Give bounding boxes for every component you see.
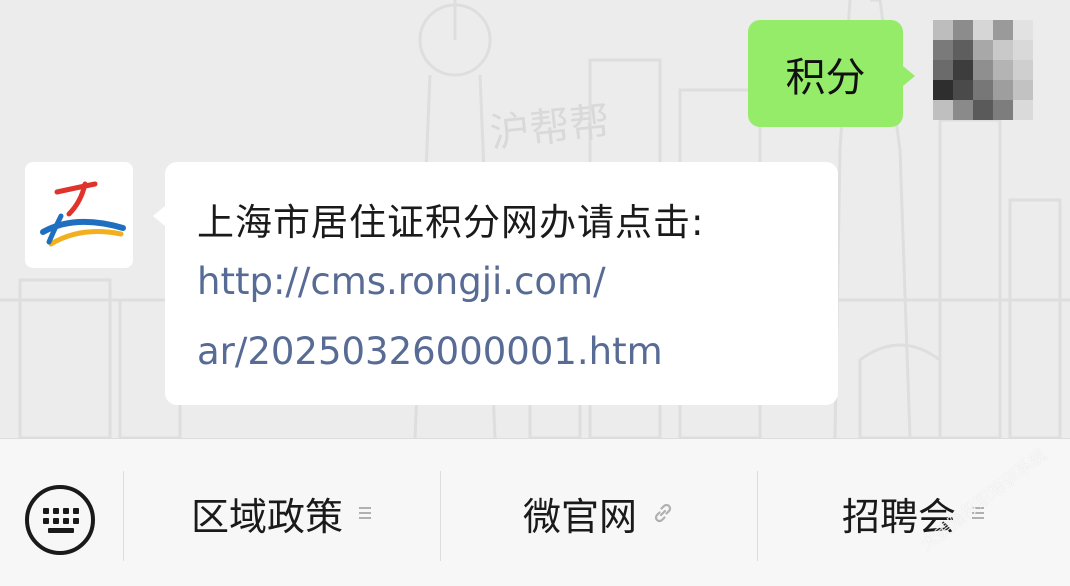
outgoing-message-bubble[interactable]: 积分 [748,20,915,127]
official-account-avatar[interactable] [25,162,133,268]
chat-area[interactable]: 沪帮帮 积分 上海市居住证积分网办请点击: http://cms.rongji.… [0,0,1070,438]
menu-item-label: 微官网 [522,494,637,539]
message-link-line-2[interactable]: ar/20250326000001.htm [197,330,663,373]
menu-item-label: 区域政策 [190,494,343,539]
official-logo-icon [40,181,126,247]
user-avatar[interactable] [933,20,1033,120]
bottom-menu-bar: 区域政策 微官网 招聘会 [0,438,1070,586]
outgoing-message-text: 积分 [785,54,866,101]
incoming-message-bubble[interactable]: 上海市居住证积分网办请点击: http://cms.rongji.com/ ar… [153,162,838,405]
keyboard-icon[interactable] [23,483,97,557]
link-icon [651,501,675,525]
menu-item-region-policy[interactable]: 区域政策 [124,481,440,545]
message-link-line-1[interactable]: http://cms.rongji.com/ [197,260,606,303]
menu-item-micro-site[interactable]: 微官网 [441,481,757,545]
skyline-sign-text: 沪帮帮 [488,99,612,157]
submenu-lines-icon [357,505,373,521]
incoming-message-text: 上海市居住证积分网办请点击: [197,201,705,244]
